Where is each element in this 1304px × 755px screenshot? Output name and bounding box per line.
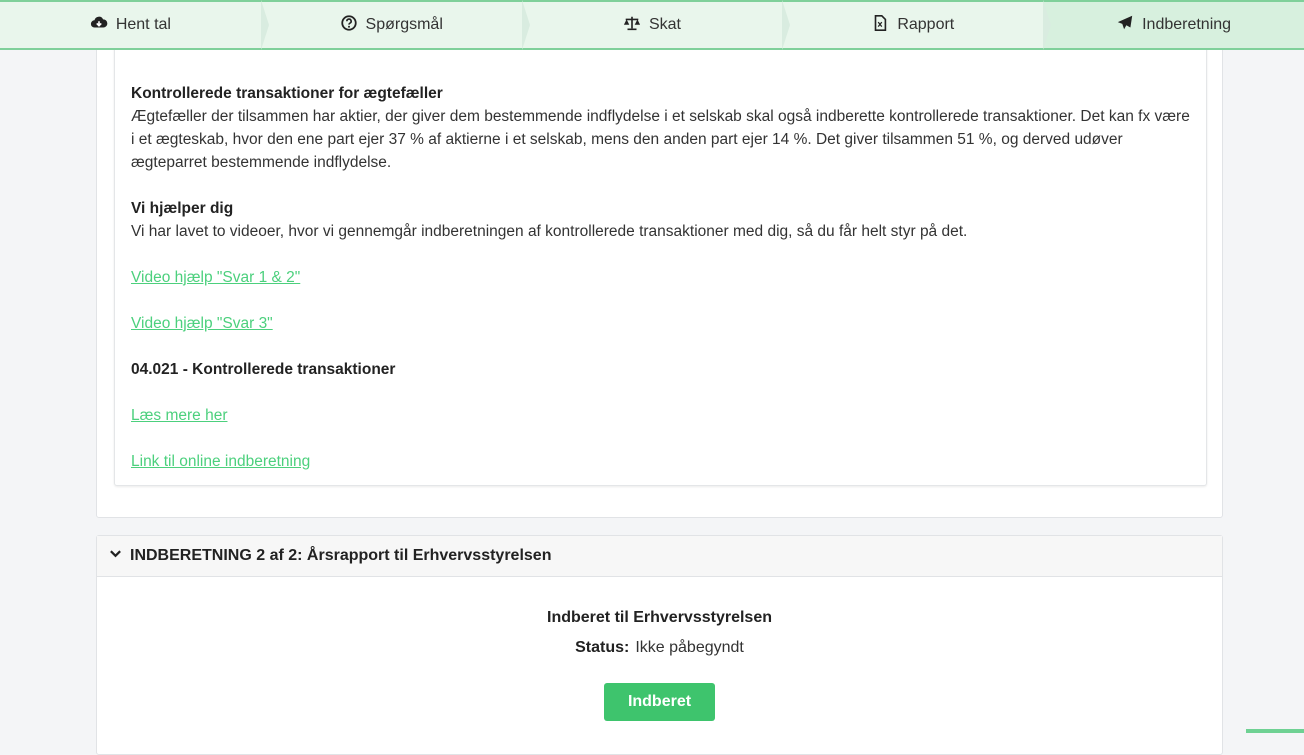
accordion-title: INDBERETNING 2 af 2: Årsrapport til Erhv…	[130, 547, 552, 564]
cloud-download-icon	[90, 14, 108, 37]
step-indberetning[interactable]: Indberetning	[1043, 2, 1304, 48]
video-help-link-1[interactable]: Video hjælp "Svar 1 & 2"	[131, 269, 300, 286]
report-title: Indberet til Erhvervsstyrelsen	[547, 609, 772, 626]
accordion-header[interactable]: INDBERETNING 2 af 2: Årsrapport til Erhv…	[97, 536, 1222, 577]
step-hent-tal[interactable]: Hent tal	[0, 0, 269, 50]
read-more-link[interactable]: Læs mere her	[131, 407, 227, 424]
help-heading: Vi hjælper dig	[131, 200, 234, 217]
step-label: Rapport	[897, 16, 955, 33]
scale-icon	[623, 14, 641, 37]
spouses-text: Ægtefæller der tilsammen har aktier, der…	[131, 108, 1190, 171]
status-line: Status: Ikke påbegyndt	[97, 639, 1222, 657]
reporting-accordion: INDBERETNING 2 af 2: Årsrapport til Erhv…	[96, 535, 1223, 755]
online-reporting-link[interactable]: Link til online indberetning	[131, 453, 310, 470]
paper-plane-icon	[1116, 14, 1134, 37]
pdf-file-icon	[871, 14, 889, 37]
step-navigation: Hent tal Spørgsmål Skat Rapport Indberet…	[0, 0, 1304, 50]
step-rapport[interactable]: Rapport	[782, 0, 1051, 50]
accordion-body: Indberet til Erhvervsstyrelsen Status: Ik…	[97, 577, 1222, 721]
help-text: Vi har lavet to videoer, hvor vi gennemg…	[131, 223, 968, 240]
step-spoergsmaal[interactable]: Spørgsmål	[261, 0, 530, 50]
info-content: Kontrollerede transaktioner for ægtefæll…	[131, 82, 1191, 496]
chevron-down-icon	[109, 547, 122, 565]
status-value: Ikke påbegyndt	[635, 639, 744, 656]
section-heading: 04.021 - Kontrollerede transaktioner	[131, 361, 396, 378]
step-label: Spørgsmål	[365, 16, 443, 33]
step-label: Hent tal	[115, 16, 171, 33]
question-circle-icon	[340, 14, 358, 37]
step-skat[interactable]: Skat	[522, 0, 791, 50]
spouses-heading: Kontrollerede transaktioner for ægtefæll…	[131, 85, 443, 102]
submit-button[interactable]: Indberet	[603, 683, 716, 721]
step-label: Skat	[648, 16, 681, 33]
video-help-link-2[interactable]: Video hjælp "Svar 3"	[131, 315, 273, 332]
step-label: Indberetning	[1142, 16, 1232, 33]
corner-decoration	[1246, 729, 1304, 733]
status-label: Status:	[575, 639, 630, 656]
